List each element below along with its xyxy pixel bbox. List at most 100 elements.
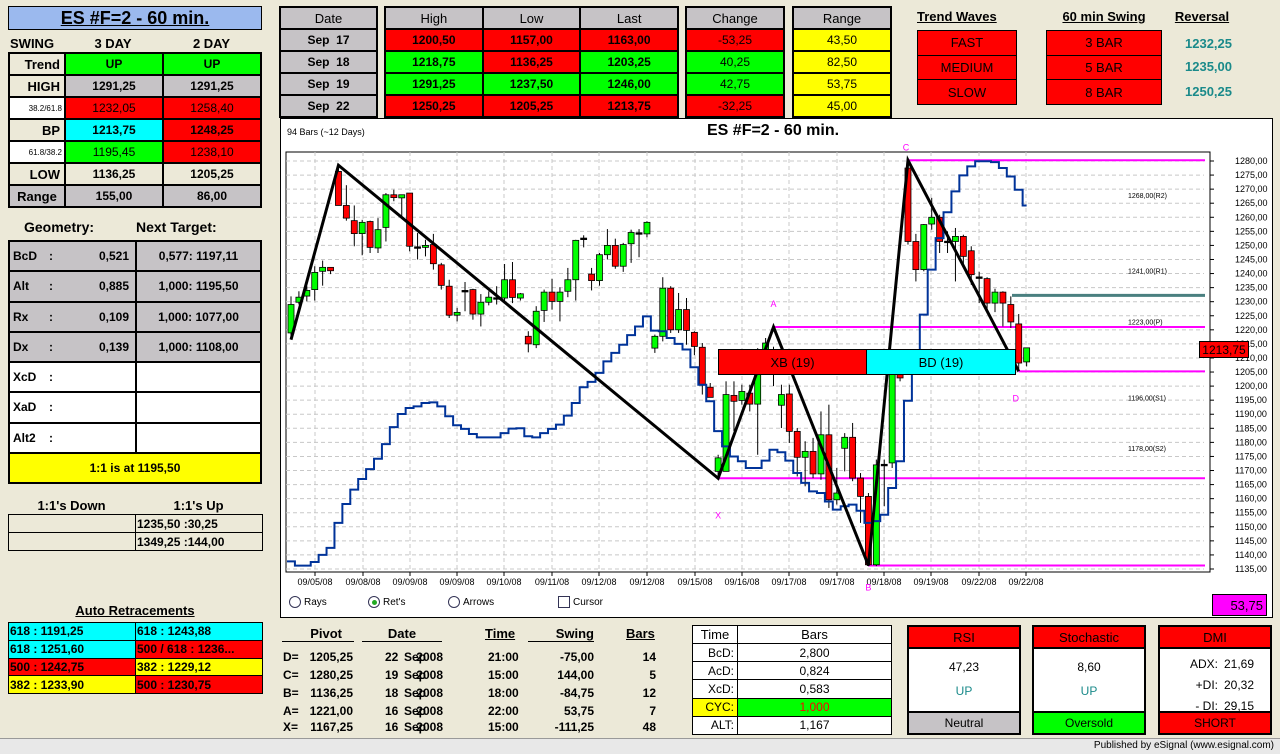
y-tick-label: 1165,00	[1235, 480, 1267, 490]
y-tick-label: 1170,00	[1235, 466, 1267, 476]
candle-body	[398, 194, 406, 199]
candle-body	[319, 266, 327, 272]
swing-row-label: HIGH	[10, 76, 64, 96]
retracement-cell: 382 : 1229,12	[136, 658, 262, 676]
wave-slow: SLOW	[918, 80, 1016, 104]
y-tick-label: 1280,00	[1235, 156, 1268, 166]
geometry-row-xcd: XcD:	[10, 363, 135, 392]
xb-label-box: XB (19)	[718, 349, 867, 375]
candle-body	[643, 221, 651, 235]
candle-body	[390, 194, 398, 198]
candle-body	[952, 236, 959, 242]
geometry-sep: :	[49, 279, 53, 294]
last-cell: 1203,25	[581, 52, 677, 72]
change-cell: -32,25	[687, 96, 783, 116]
candle-body	[461, 290, 469, 293]
geometry-name: Rx	[13, 309, 29, 324]
pivot-swing: 144,00	[557, 668, 594, 682]
candle-body	[1023, 347, 1031, 363]
candle-body	[611, 245, 619, 267]
ones-up-cell: 1235,50 :30,25	[136, 515, 262, 532]
reversal-label: Reversal	[1174, 9, 1230, 24]
x-tick-label: 09/16/08	[724, 577, 759, 587]
range-2day: 86,00	[164, 186, 260, 206]
geometry-name: XaD	[13, 400, 37, 415]
pivot-bars: 12	[642, 686, 656, 700]
y-tick-label: 1180,00	[1235, 437, 1267, 447]
pivot-price: 1167,25	[310, 720, 353, 734]
candle-body	[983, 278, 991, 304]
pattern-point-label: D	[1012, 393, 1019, 403]
candle-body	[406, 192, 414, 247]
pivot-swing: -111,25	[554, 720, 594, 734]
high-header: High	[386, 8, 482, 28]
geometry-target: 1,000: 1108,00	[137, 332, 260, 361]
last-header: Last	[581, 8, 677, 28]
candle-body	[691, 331, 698, 347]
high-cell: 1250,25	[386, 96, 482, 116]
retracement-cell: 618 : 1251,60	[9, 640, 135, 658]
pivot-p: D=	[283, 650, 299, 664]
candle-body	[778, 394, 785, 406]
candle-body	[477, 301, 485, 315]
high-cell: 1200,50	[386, 30, 482, 50]
stochastic-panel: Stochastic 8,60 UP Oversold	[1032, 625, 1146, 735]
radio-icon	[289, 596, 301, 608]
rays-radio[interactable]: Rays	[289, 596, 327, 608]
adx-value: 21,69	[1224, 657, 1255, 671]
x-tick-label: 09/19/08	[913, 577, 948, 587]
date-table: Date Sep 17 Sep 18 Sep 19 Sep 22	[279, 6, 378, 118]
y-tick-label: 1175,00	[1235, 451, 1267, 461]
stochastic-direction: UP	[1080, 684, 1098, 698]
candle-body	[1007, 304, 1015, 323]
pdi-label: +DI:	[1195, 678, 1218, 692]
pivot-day: 16	[385, 720, 399, 734]
date-cell: Sep 17	[281, 30, 376, 50]
geometry-row-dx: Dx: 0,139	[10, 332, 135, 361]
trend-waves-table: FAST MEDIUM SLOW	[917, 30, 1017, 105]
pivot-swing: 53,75	[563, 704, 594, 718]
rets-radio[interactable]: Ret's	[368, 596, 405, 608]
retr-2day: 1258,40	[164, 98, 260, 118]
range-cell: 53,75	[794, 74, 890, 94]
y-tick-label: 1235,00	[1235, 283, 1268, 293]
x-tick-label: 09/08/08	[345, 577, 380, 587]
swing-row-label: Range	[10, 186, 64, 206]
geometry-target: 0,577: 1197,11	[137, 242, 260, 271]
rsi-direction: UP	[955, 684, 973, 698]
hll-table: High Low Last 1200,50 1157,00 1163,00 12…	[384, 6, 679, 118]
cursor-checkbox[interactable]: Cursor	[558, 596, 603, 608]
pivot-level-label: 1268,00(R2)	[1128, 193, 1167, 200]
pivot-year: 2008	[416, 668, 443, 682]
swing-row-label: BP	[10, 120, 64, 140]
candle-body	[793, 431, 801, 458]
candle-body	[888, 370, 896, 464]
swing-col-header: Swing	[528, 626, 594, 642]
pivot-price: 1280,25	[309, 668, 353, 682]
arrows-radio[interactable]: Arrows	[448, 596, 494, 608]
pivot-level-label: 1241,00(R1)	[1128, 269, 1167, 276]
candle-body	[920, 224, 928, 271]
x-tick-label: 09/09/08	[439, 577, 474, 587]
price-chart[interactable]: 94 Bars (~12 Days) ES #F=2 - 60 min. 113…	[280, 118, 1273, 618]
radio-selected-icon	[368, 596, 380, 608]
high-cell: 1291,25	[386, 74, 482, 94]
pivot-swing: -84,75	[559, 686, 594, 700]
swing-8bar: 8 BAR	[1047, 80, 1161, 104]
dmi-title: DMI	[1160, 627, 1270, 649]
y-tick-label: 1190,00	[1235, 409, 1267, 419]
last-cell: 1246,00	[581, 74, 677, 94]
candle-body	[509, 279, 516, 298]
symbol-title: ES #F=2 - 60 min.	[8, 6, 262, 30]
pivot-price: 1221,00	[309, 704, 353, 718]
retracement-cell: 500 : 1242,75	[9, 658, 135, 676]
dmi-status: SHORT	[1160, 711, 1270, 733]
candle-body	[991, 291, 999, 304]
candle-body	[548, 291, 556, 302]
low-cell: 1157,00	[483, 30, 580, 50]
candle-body	[596, 254, 603, 281]
candle-body	[342, 205, 350, 219]
retr2-2day: 1238,10	[164, 142, 260, 162]
retracement-cell: 382 : 1233,90	[9, 676, 135, 693]
low-header: Low	[483, 8, 580, 28]
